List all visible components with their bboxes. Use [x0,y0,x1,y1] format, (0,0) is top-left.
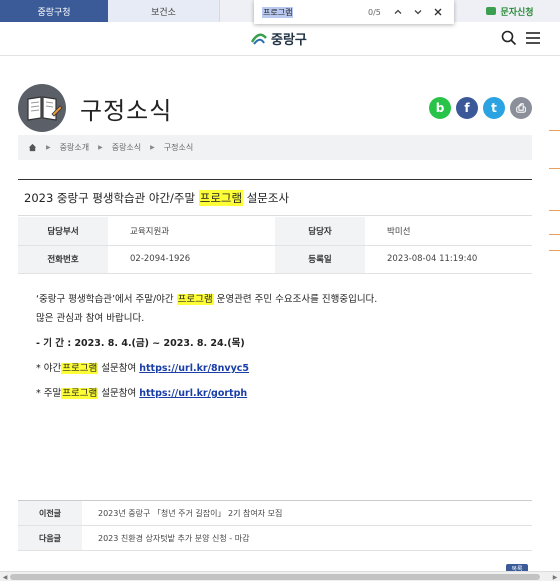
print-icon: ⎙ [516,100,526,115]
body-line: 많은 관심과 참여 바랍니다. [36,313,145,324]
tab-sms-request-label: 문자신청 [500,7,534,18]
dept-label: 담당부서 [18,217,108,246]
night-survey-link[interactable]: https://url.kr/8nvyc5 [139,363,249,374]
band-share-button[interactable]: b [429,97,451,119]
date-label: 등록일 [275,245,365,274]
tab-jungnang-gu-office[interactable]: 중랑구청 [0,0,108,22]
facebook-share-button[interactable]: f [456,97,478,119]
scrollbar-thumb[interactable] [10,574,540,580]
band-icon: b [435,101,445,115]
logo-text: 중랑구 [271,33,307,48]
find-bar: 프로그램 0/5 [254,0,454,24]
menu-icon[interactable] [524,29,542,47]
manager-label: 담당자 [275,217,365,246]
home-icon[interactable] [28,143,37,152]
post-nav-table: 이전글 2023년 중랑구 「청년 주거 길잡이」 2기 참여자 모집 다음글 … [18,500,532,551]
table-row: 이전글 2023년 중랑구 「청년 주거 길잡이」 2기 참여자 모집 [18,500,532,526]
find-highlight: 프로그램 [61,388,99,399]
chevron-up-icon [394,9,402,14]
body-text: 설문참여 [98,388,140,399]
post-title-text-before: 2023 중랑구 평생학습관 야간/주말 [24,190,199,205]
weekend-survey-link[interactable]: https://url.kr/gortph [139,388,247,399]
page-title-row: 구정소식 [18,84,172,132]
site-header: 중랑구 [0,22,560,56]
post-title: 2023 중랑구 평생학습관 야간/주말 프로그램 설문조사 [18,179,532,216]
scroll-marker [549,210,560,211]
prev-post-link[interactable]: 2023년 중랑구 「청년 주거 길잡이」 2기 참여자 모집 [82,500,532,526]
print-button[interactable]: ⎙ [510,97,532,119]
breadcrumb-separator-icon: ▶ [150,144,155,151]
twitter-icon: t [491,101,497,115]
tab-sms-request[interactable]: 문자신청 [460,0,560,22]
table-row: 다음글 2023 친환경 상자텃밭 추가 분양 신청 - 마감 [18,525,532,551]
find-highlight: 프로그램 [176,294,214,305]
dept-value: 교육지원과 [108,217,275,246]
message-icon [486,7,497,15]
body-text: ‘중랑구 평생학습관’에서 주말/야간 [36,294,177,305]
breadcrumb-separator-icon: ▶ [46,144,51,151]
next-post-link[interactable]: 2023 친환경 상자텃밭 추가 분양 신청 - 마감 [82,525,532,551]
facebook-icon: f [464,101,470,115]
prev-post-label: 이전글 [18,500,82,526]
find-close-button[interactable] [428,2,448,22]
body-text: 운영관련 주민 수요조사를 진행중입니다. [213,294,378,305]
phone-value: 02-2094-1926 [108,245,275,274]
breadcrumb-separator-icon: ▶ [98,144,103,151]
body-text: 설문참여 [98,363,140,374]
page-title: 구정소식 [80,96,173,125]
scroll-right-icon[interactable]: ▶ [550,572,560,581]
scroll-left-icon[interactable]: ◀ [0,572,10,581]
body-text: * 야간 [36,363,62,374]
body-line-weekend: * 주말프로그램 설문참여 https://url.kr/gortph [36,384,506,403]
find-highlight: 프로그램 [61,363,99,374]
breadcrumb: ▶ 중랑소개 ▶ 중랑소식 ▶ 구정소식 [18,135,532,160]
breadcrumb-item-intro[interactable]: 중랑소개 [60,142,89,153]
phone-label: 전화번호 [18,245,108,274]
chevron-down-icon [414,10,422,15]
logo-mark-icon [250,33,267,45]
site-logo[interactable]: 중랑구 [250,29,307,48]
scroll-marker [549,168,560,169]
scroll-marker [549,250,560,251]
table-row: 전화번호 02-2094-1926 등록일 2023-08-04 11:19:4… [18,245,532,274]
body-line-period: - 기 간 : 2023. 8. 4.(금) ~ 2023. 8. 24.(목) [36,338,245,349]
breadcrumb-item-news[interactable]: 중랑소식 [112,142,141,153]
breadcrumb-item-district-news[interactable]: 구정소식 [164,142,193,153]
twitter-share-button[interactable]: t [483,97,505,119]
book-icon [18,84,66,132]
scroll-marker [549,234,560,235]
table-row: 담당부서 교육지원과 담당자 박미선 [18,217,532,246]
body-text: * 주말 [36,388,62,399]
post-body: ‘중랑구 평생학습관’에서 주말/야간 프로그램 운영관련 주민 수요조사를 진… [36,290,506,403]
date-value: 2023-08-04 11:19:40 [365,245,532,274]
next-post-label: 다음글 [18,525,82,551]
find-input[interactable]: 프로그램 [262,3,356,21]
find-next-button[interactable] [408,2,428,22]
horizontal-scrollbar[interactable]: ◀ ▶ [0,571,560,581]
body-line: ‘중랑구 평생학습관’에서 주말/야간 프로그램 운영관련 주민 수요조사를 진… [36,290,506,309]
find-prev-button[interactable] [388,2,408,22]
find-highlight: 프로그램 [198,189,244,206]
post-title-text-after: 설문조사 [243,190,290,205]
post-info-table: 담당부서 교육지원과 담당자 박미선 전화번호 02-2094-1926 등록일… [18,217,532,274]
find-match-count: 0/5 [368,7,381,17]
find-query: 프로그램 [262,6,294,18]
manager-value: 박미선 [365,217,532,246]
tab-health-center[interactable]: 보건소 [108,0,220,22]
search-icon[interactable] [500,29,518,47]
close-icon [434,8,442,16]
body-line-night: * 야간프로그램 설문참여 https://url.kr/8nvyc5 [36,359,506,378]
scroll-marker [549,130,560,131]
